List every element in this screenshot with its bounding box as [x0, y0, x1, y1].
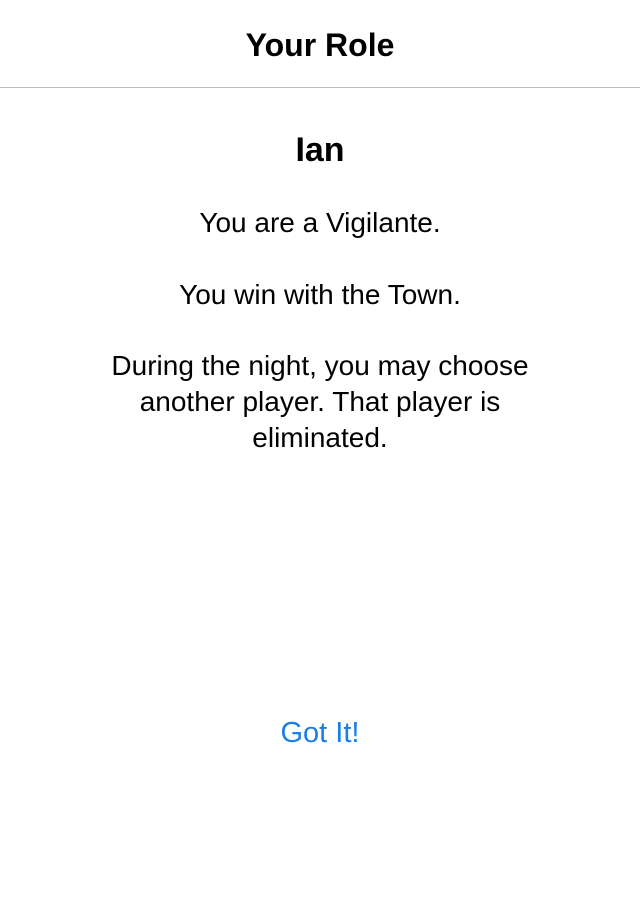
navigation-bar: Your Role: [0, 0, 640, 88]
role-screen: Your Role Ian You are a Vigilante. You w…: [0, 0, 640, 920]
role-description: You are a Vigilante.: [199, 207, 441, 238]
got-it-button[interactable]: Got It!: [0, 714, 640, 752]
page-title: Your Role: [245, 27, 395, 63]
role-ability: During the night, you may choose another…: [111, 350, 529, 453]
player-name: Ian: [295, 131, 345, 169]
win-condition: You win with the Town.: [179, 279, 461, 310]
